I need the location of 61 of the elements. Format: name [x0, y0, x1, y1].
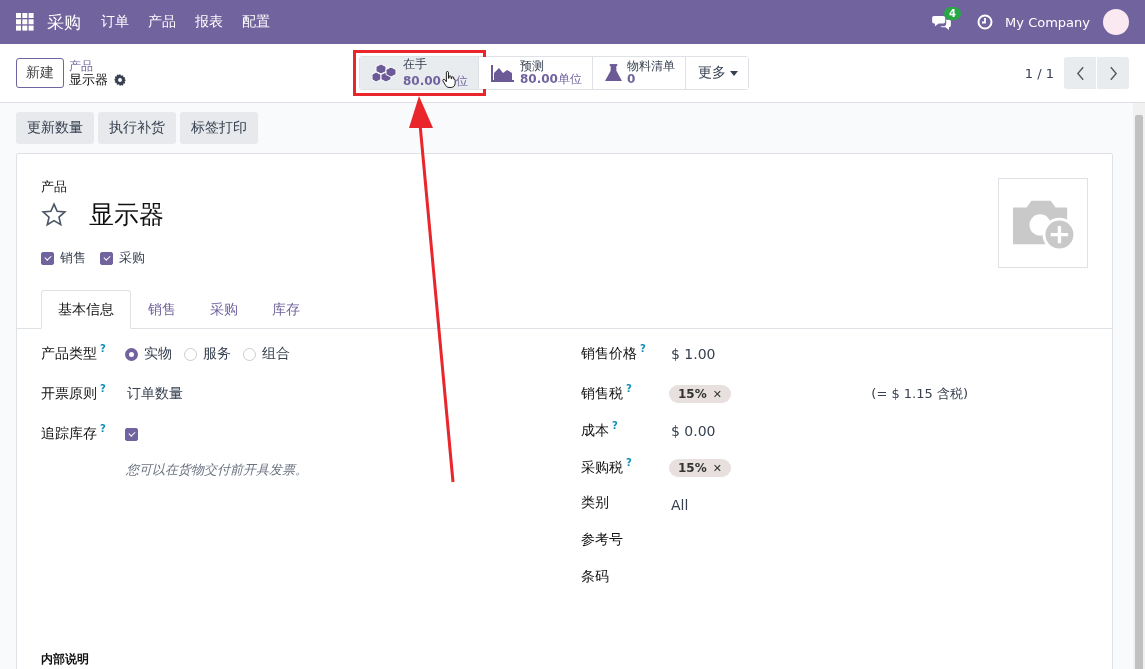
chevron-left-icon: [1075, 65, 1085, 81]
field-label: 销售价格 $^{?}$: [581, 343, 647, 363]
menu-item[interactable]: 报表: [195, 13, 223, 31]
record-title: 显示器: [69, 73, 108, 87]
tab[interactable]: 库存: [255, 290, 317, 329]
action-button[interactable]: 执行补货: [98, 112, 176, 144]
field-label: 成本 $^{?}$: [581, 420, 619, 440]
chevron-right-icon: [1108, 65, 1118, 81]
app-name[interactable]: 采购: [47, 10, 81, 34]
radio-label[interactable]: 实物: [144, 345, 172, 363]
cubes-icon: [372, 63, 398, 83]
field-label: 类别: [581, 494, 610, 512]
product-name[interactable]: 显示器: [89, 198, 164, 231]
remove-tag-button[interactable]: ✕: [712, 461, 722, 475]
field-label: 销售税 $^{?}$: [581, 383, 633, 403]
field-value[interactable]: $ 1.00: [669, 346, 716, 362]
checkbox-label[interactable]: 销售: [60, 249, 86, 267]
field-label: 条码: [581, 568, 610, 586]
section-heading: 内部说明: [41, 651, 1088, 669]
breadcrumb-link[interactable]: 产品: [69, 59, 126, 73]
field-label: 开票原则 $^{?}$: [41, 383, 107, 403]
tab[interactable]: 销售: [131, 290, 193, 329]
field-value[interactable]: All: [669, 497, 689, 513]
tax-tag: 15% ✕: [669, 459, 731, 477]
checkbox[interactable]: [100, 251, 113, 265]
menu-item[interactable]: 订单: [101, 13, 129, 31]
field-label: 追踪库存 $^{?}$: [41, 423, 107, 443]
field-label: 参考号: [581, 531, 624, 549]
new-button[interactable]: 新建: [16, 58, 64, 88]
tab[interactable]: 基本信息: [41, 290, 131, 329]
scrollbar[interactable]: [1133, 103, 1145, 669]
field-value[interactable]: 订单数量: [125, 385, 183, 403]
tax-included-price: (= $ 1.15 含税): [871, 385, 968, 403]
tab[interactable]: 采购: [193, 290, 255, 329]
settings-icon[interactable]: [114, 74, 126, 86]
field-label: 采购税 $^{?}$: [581, 457, 633, 477]
menu-item[interactable]: 配置: [242, 13, 270, 31]
field-value[interactable]: $ 0.00: [669, 423, 716, 439]
flask-icon: [604, 63, 622, 83]
radio-label[interactable]: 组合: [262, 345, 290, 363]
action-button[interactable]: 更新数量: [16, 112, 94, 144]
field-label: 产品: [41, 178, 68, 196]
area-chart-icon: [490, 64, 515, 82]
help-note: 您可以在货物交付前开具发票。: [126, 461, 309, 479]
radio-button[interactable]: [125, 347, 138, 361]
radio-label[interactable]: 服务: [203, 345, 231, 363]
star-icon[interactable]: [41, 201, 67, 228]
field-label: 产品类型 $^{?}$: [41, 343, 107, 363]
checkbox[interactable]: [41, 251, 54, 265]
company-switcher[interactable]: My Company: [1005, 14, 1090, 30]
remove-tag-button[interactable]: ✕: [712, 387, 722, 401]
user-avatar[interactable]: [1103, 9, 1129, 35]
menu-item[interactable]: 产品: [148, 13, 176, 31]
pager-counter[interactable]: 1 / 1: [1024, 65, 1054, 81]
checkbox-label[interactable]: 采购: [119, 249, 145, 267]
checkbox[interactable]: [125, 427, 138, 441]
message-count-badge: 4: [944, 6, 962, 20]
action-button[interactable]: 标签打印: [180, 112, 258, 144]
clock-icon[interactable]: [977, 14, 994, 30]
apps-menu-icon[interactable]: [16, 13, 34, 31]
tax-tag: 15% ✕: [669, 385, 731, 403]
